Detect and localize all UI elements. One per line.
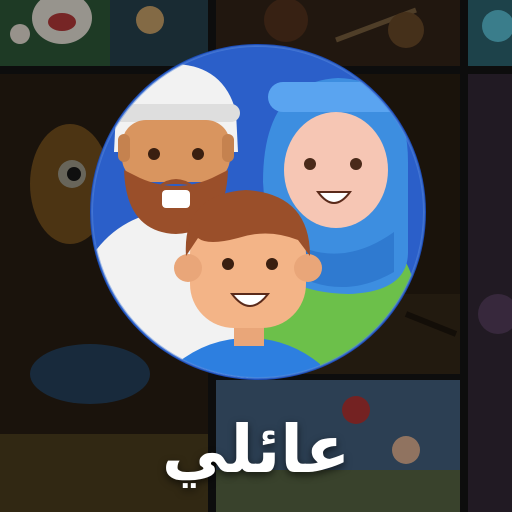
child-figure bbox=[174, 190, 322, 378]
family-icon bbox=[88, 42, 428, 382]
category-title: عائلي bbox=[161, 411, 351, 488]
background-tile-top-right bbox=[468, 0, 512, 66]
category-card[interactable]: عائلي bbox=[0, 0, 512, 512]
